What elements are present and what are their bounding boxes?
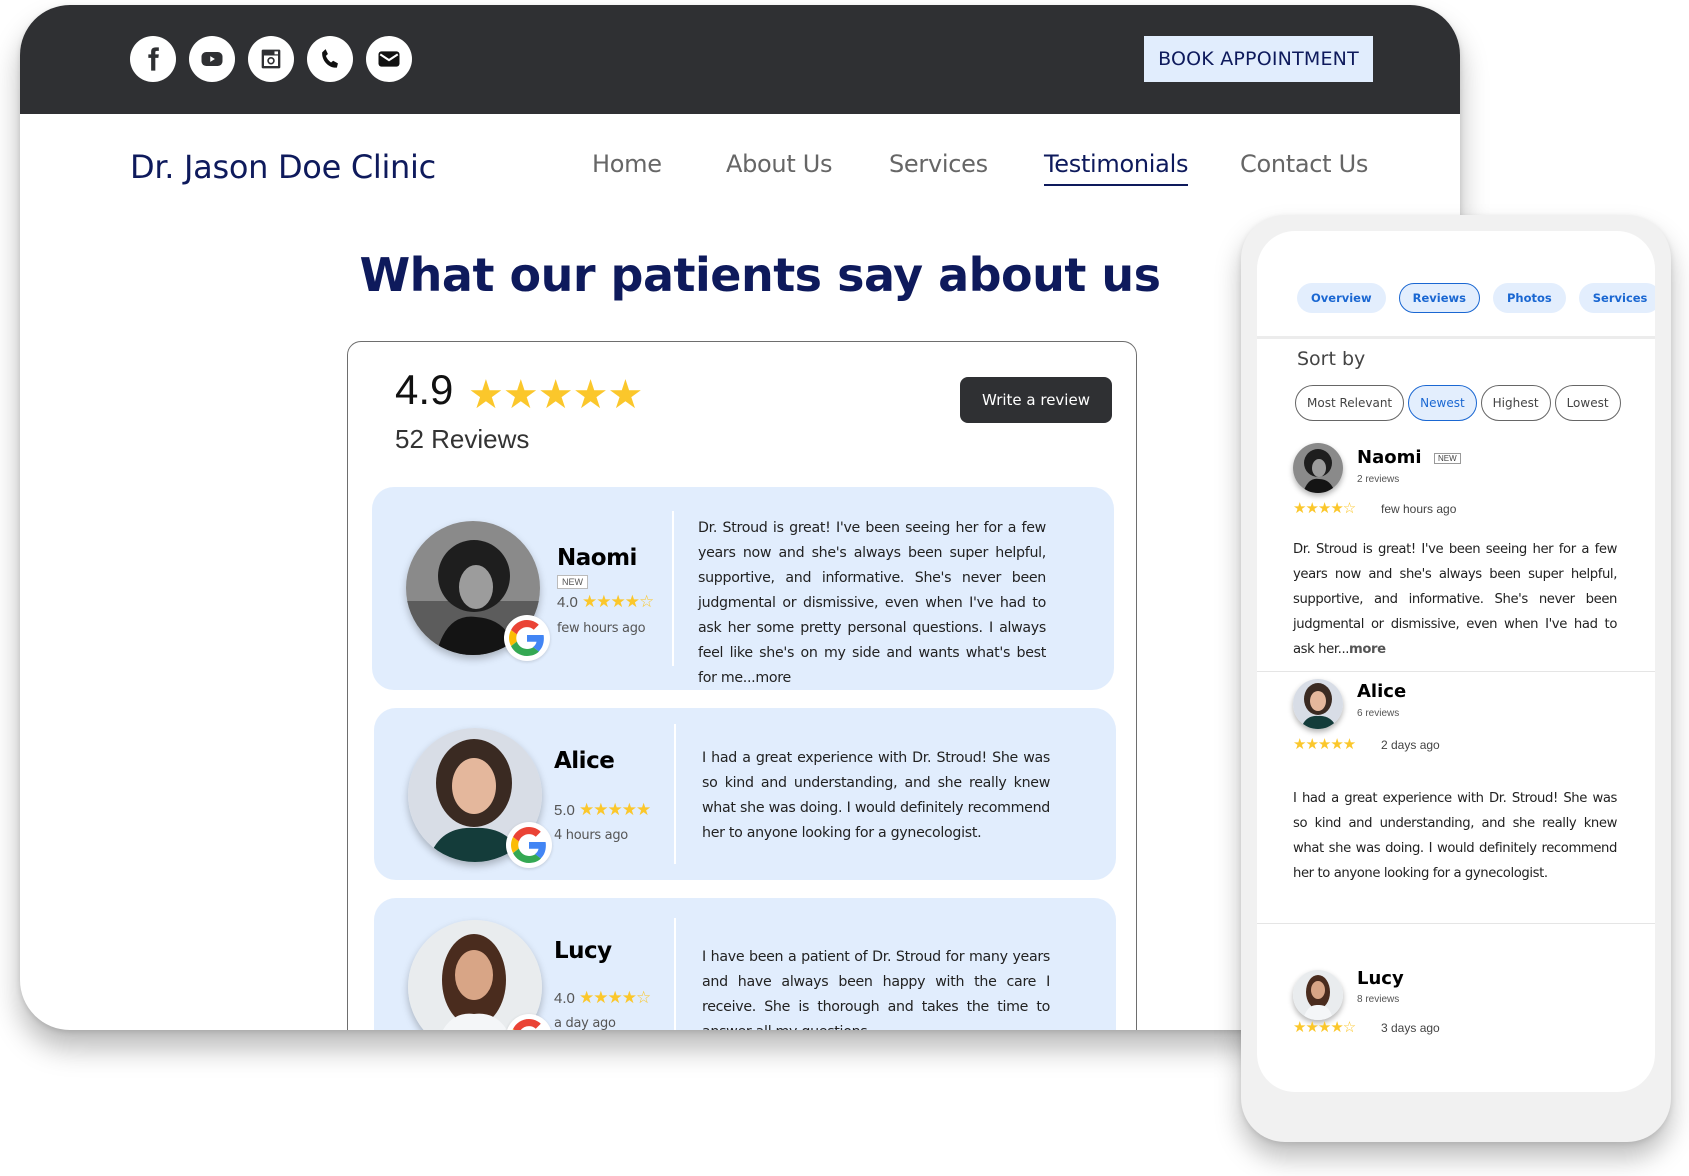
- mobile-screen: Overview Reviews Photos Services Sort by…: [1257, 231, 1655, 1092]
- avatar-alice: [1293, 679, 1343, 729]
- review-time: 4 hours ago: [554, 828, 628, 843]
- review-text: Dr. Stroud is great! I've been seeing he…: [698, 520, 1046, 686]
- mobile-tabs: Overview Reviews Photos Services: [1297, 283, 1655, 313]
- avatar-lucy: [408, 920, 542, 1030]
- phone-icon[interactable]: [307, 36, 353, 82]
- rating-stars: ★★★★☆: [582, 592, 654, 611]
- average-rating-stars: ★★★★★: [468, 373, 643, 417]
- instagram-icon[interactable]: [248, 36, 294, 82]
- book-appointment-button[interactable]: BOOK APPOINTMENT: [1144, 36, 1373, 82]
- review-time: 3 days ago: [1381, 1021, 1440, 1035]
- mobile-phone-frame: Overview Reviews Photos Services Sort by…: [1241, 215, 1671, 1142]
- new-badge: NEW: [1434, 453, 1461, 464]
- nav-testimonials[interactable]: Testimonials: [1044, 150, 1188, 186]
- top-bar: BOOK APPOINTMENT: [20, 5, 1460, 114]
- review-card: Lucy 4.0 ★★★★☆ a day ago I have been a p…: [374, 898, 1116, 1030]
- nav-home[interactable]: Home: [592, 150, 662, 178]
- review-time: few hours ago: [1381, 502, 1457, 516]
- write-review-button[interactable]: Write a review: [960, 377, 1112, 423]
- tab-reviews[interactable]: Reviews: [1398, 283, 1480, 313]
- reviewer-review-count: 2 reviews: [1357, 474, 1400, 485]
- reviewer-name: Lucy: [554, 938, 612, 964]
- review-text: I have been a patient of Dr. Stroud for …: [702, 949, 1050, 1030]
- reviewer-name: Alice: [554, 748, 615, 774]
- reviewer-name: Naomi: [557, 545, 637, 571]
- nav-services[interactable]: Services: [889, 150, 988, 178]
- reviewer-name: Naomi: [1357, 447, 1422, 468]
- review-text: Dr. Stroud is great! I've been seeing he…: [1293, 542, 1617, 657]
- sort-most-relevant[interactable]: Most Relevant: [1295, 385, 1405, 421]
- review-card: Naomi NEW 4.0 ★★★★☆ few hours ago Dr. St…: [372, 487, 1114, 690]
- divider: [674, 918, 676, 1030]
- review-time: a day ago: [554, 1016, 616, 1030]
- google-icon: [506, 822, 552, 868]
- review-text: I had a great experience with Dr. Stroud…: [1293, 791, 1617, 881]
- reviewer-rating: 4.0 ★★★★☆: [554, 988, 651, 1007]
- review-time: 2 days ago: [1381, 738, 1440, 752]
- divider: [674, 724, 676, 864]
- google-icon: [504, 615, 550, 661]
- review-time: few hours ago: [557, 621, 646, 636]
- reviewer-name: Alice: [1357, 681, 1407, 702]
- nav-about-us[interactable]: About Us: [726, 150, 833, 178]
- avatar-lucy: [1293, 970, 1343, 1020]
- sort-newest[interactable]: Newest: [1408, 385, 1477, 421]
- review-count: 52 Reviews: [395, 424, 530, 454]
- reviewer-review-count: 6 reviews: [1357, 708, 1400, 719]
- tab-photos[interactable]: Photos: [1492, 283, 1566, 313]
- rating-stars: ★★★★★: [579, 800, 651, 819]
- rating-stars: ★★★★☆: [579, 988, 651, 1007]
- facebook-icon[interactable]: [130, 36, 176, 82]
- sort-by-label: Sort by: [1297, 348, 1366, 370]
- review-text: I had a great experience with Dr. Stroud…: [702, 750, 1050, 841]
- rating-stars: ★★★★★: [1293, 736, 1356, 753]
- reviewer-rating: 5.0 ★★★★★: [554, 800, 651, 819]
- reviewer-name: Lucy: [1357, 968, 1404, 989]
- rating-stars: ★★★★☆: [1293, 500, 1356, 517]
- nav-contact-us[interactable]: Contact Us: [1240, 150, 1368, 178]
- main-nav: Home About Us Services Testimonials Cont…: [20, 150, 1460, 190]
- sort-highest[interactable]: Highest: [1480, 385, 1551, 421]
- divider: [1257, 671, 1655, 672]
- more-link[interactable]: more: [1349, 642, 1386, 657]
- sort-lowest[interactable]: Lowest: [1554, 385, 1621, 421]
- tab-overview[interactable]: Overview: [1297, 283, 1386, 313]
- average-rating: 4.9: [395, 366, 454, 413]
- social-links: [130, 36, 412, 82]
- sort-options: Most Relevant Newest Highest Lowest: [1295, 385, 1621, 421]
- new-badge: NEW: [557, 575, 588, 589]
- reviewer-review-count: 8 reviews: [1357, 994, 1400, 1005]
- avatar-naomi: [1293, 443, 1343, 493]
- reviews-panel: 4.9 ★★★★★ 52 Reviews Write a review Naom…: [347, 341, 1137, 1030]
- divider: [672, 511, 674, 666]
- tab-services[interactable]: Services: [1578, 283, 1655, 313]
- reviewer-rating: 4.0 ★★★★☆: [557, 592, 654, 611]
- tabs-divider: [1257, 336, 1655, 339]
- youtube-icon[interactable]: [189, 36, 235, 82]
- divider: [1257, 923, 1655, 924]
- email-icon[interactable]: [366, 36, 412, 82]
- rating-stars: ★★★★☆: [1293, 1019, 1356, 1036]
- review-card: Alice 5.0 ★★★★★ 4 hours ago I had a grea…: [374, 708, 1116, 880]
